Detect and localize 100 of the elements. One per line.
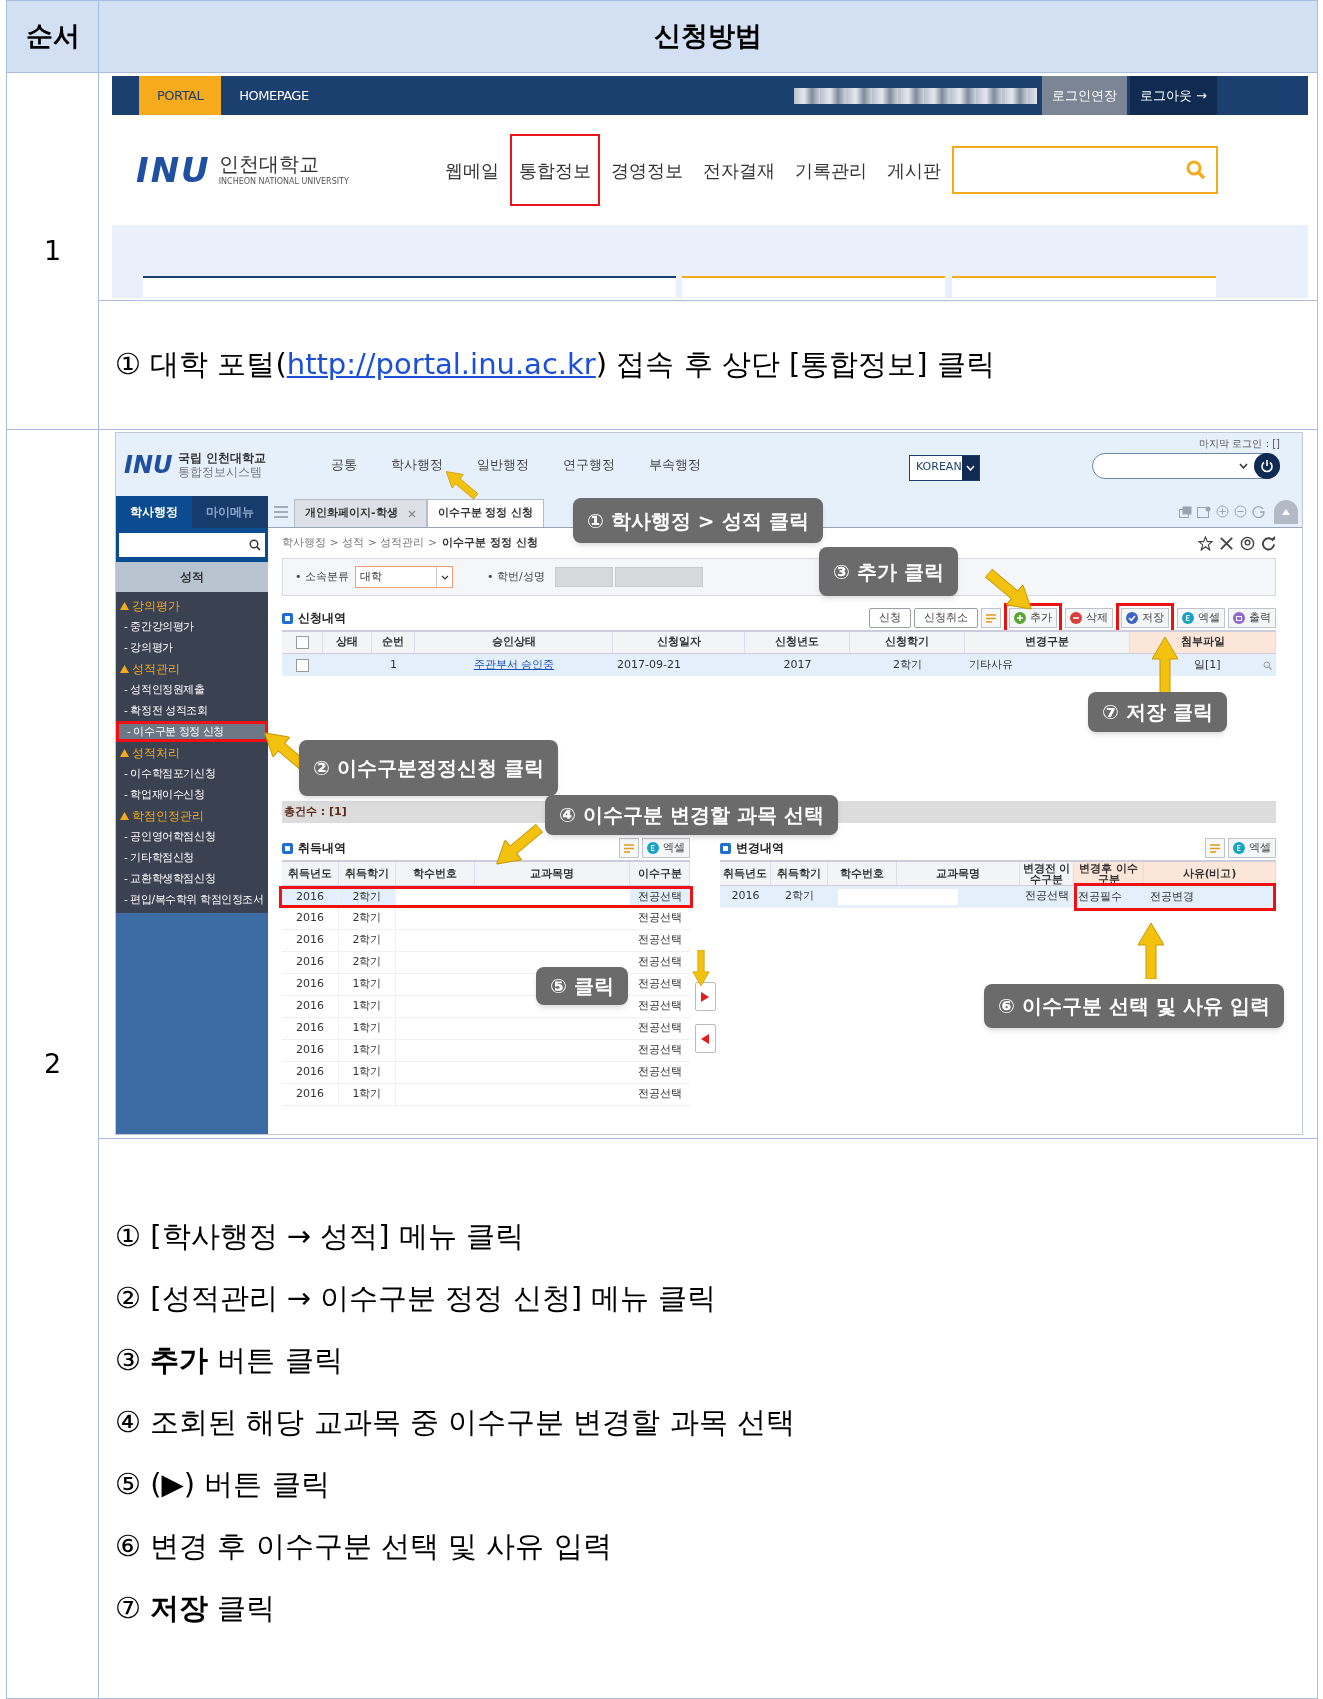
section-icon [282,612,293,624]
refresh-icon[interactable] [1261,535,1276,551]
user-select[interactable] [1092,453,1280,479]
menu-item[interactable]: - 확정전 성적조회 [116,700,268,721]
portal-link[interactable]: http://portal.inu.ac.kr [286,347,596,382]
toolbar-button[interactable]: 엑셀 [1228,838,1276,858]
toolbar-button[interactable]: 엑셀 [1177,608,1225,628]
sidebar-tab[interactable]: 학사행정 [116,496,192,528]
student-id-field[interactable] [554,567,613,587]
menu-item[interactable]: - 편입/복수학위 학점인정조서 [116,889,268,910]
menu-item[interactable]: 게시판 [878,134,950,206]
menu-icon[interactable] [274,505,288,518]
move-left-button[interactable] [694,1024,716,1053]
table-cell-text: 전공선택 [637,910,683,927]
menu-item[interactable]: - 학업재이수신청 [116,784,268,805]
zoom-in-icon[interactable] [1216,505,1229,518]
table-row[interactable]: 2016 1학기 전공선택 [282,1040,690,1062]
table-row[interactable]: 2016 1학기 전공선택 [282,1062,690,1084]
callout-label: ② 이수구분정정신청 클릭 [299,740,558,796]
star-icon[interactable] [1198,535,1213,551]
table-row[interactable]: 2016 1학기 전공선택 [282,1018,690,1040]
menu-item[interactable]: 전자결재 [694,134,784,206]
menu-item[interactable]: 웹메일 [436,134,508,206]
menu-item[interactable]: 경영정보 [602,134,692,206]
table-row[interactable]: 2016 2학기 전공선택 [282,908,690,930]
table-cell: 2016 [282,952,339,973]
language-select[interactable]: KOREAN [909,454,980,481]
tree-group[interactable]: 강의평가 [116,595,268,616]
instruction-text: ③ 추가 버튼 클릭 [115,1342,344,1379]
new-window-icon[interactable] [1197,505,1211,518]
menu-item[interactable]: - 성적인정원제출 [116,679,268,700]
power-icon [1260,459,1274,473]
student-name-field[interactable] [614,567,703,587]
menu-item[interactable]: 연구행정 [563,454,615,475]
column-header: 취득학기 [771,862,828,885]
table-row[interactable]: 2016 2학기 전공선택 [282,930,690,952]
nav-tab[interactable]: HOMEPAGE [221,76,327,115]
session-button[interactable]: 로그아웃 → [1129,76,1217,115]
sort-button[interactable] [619,838,639,858]
nav-tab[interactable]: PORTAL [139,76,222,115]
page-tab[interactable]: 개인화페이지-학생 [294,499,427,527]
menu-item[interactable]: 공통 [331,454,357,475]
table-row[interactable]: 2016 1학기 전공선택 [282,1084,690,1106]
toolbar-button[interactable]: 엑셀 [642,838,690,858]
menu-item[interactable]: - 교환학생학점신청 [116,868,268,889]
division-select[interactable]: 대학 [355,566,453,588]
pointer-arrow [692,950,710,986]
close-icon[interactable] [407,509,416,518]
search-field[interactable] [952,146,1218,194]
table-cell-text: 전공선택 [637,1086,683,1103]
reset-icon[interactable] [1252,505,1265,518]
menu-item[interactable]: 일반행정 [477,454,529,475]
menu-item[interactable]: 부속행정 [649,454,701,475]
toolbar-button[interactable]: 신청취소 [914,608,978,628]
table-cell: 2016 [282,974,339,995]
menu-item[interactable]: - 기타학점신청 [116,847,268,868]
toolbar-button[interactable]: 삭제 [1065,608,1113,628]
tree-group[interactable]: 성적관리 [116,658,268,679]
tree-group[interactable]: 학점인정관리 [116,805,268,826]
session-button[interactable]: 로그인연장 [1041,76,1127,115]
menu-item[interactable]: 통합정보 [510,134,600,206]
table-cell: 2016 [282,1040,339,1061]
table-row[interactable]: 1 주관부서 승인중 2017-09-21 2017 2학기 기타사유 일[1] [282,654,1276,676]
menu-item[interactable]: - 강의평가 [116,637,268,658]
triangle-left-icon [701,1033,709,1044]
table-row[interactable]: 2016 1학기 전공선택 [282,996,690,1018]
menu-item[interactable]: - 중간강의평가 [116,616,268,637]
approval-status-link[interactable]: 주관부서 승인중 [473,656,555,674]
table-row[interactable]: 2016 2학기 전공선택 [279,886,693,908]
toolbar-button[interactable]: 저장 [1121,608,1169,628]
windows-icon[interactable] [1179,505,1192,518]
sort-button[interactable] [981,608,1001,628]
zoom-out-icon[interactable] [1234,505,1247,518]
menu-item[interactable]: - 공인영어학점신청 [116,826,268,847]
tree-group[interactable]: 성적처리 [116,742,268,763]
toolbar-button[interactable]: 출력 [1228,608,1276,628]
menu-item[interactable]: - 이수학점포기신청 [116,763,268,784]
menu-item[interactable]: - 이수구분 정정 신청 [116,721,268,742]
checkbox[interactable] [295,636,309,649]
search-icon[interactable] [1263,660,1272,670]
menu-item[interactable]: 학사행정 [391,454,443,475]
sidebar-tab[interactable]: 마이메뉴 [192,496,268,528]
toolbar-button[interactable]: 신청 [869,608,911,628]
search-field[interactable] [119,533,265,557]
page-tab[interactable]: 이수구분 정정 신청 [426,499,545,527]
sort-button[interactable] [1205,838,1225,858]
table-row[interactable]: 2016 2학기 전공선택 전공필수 전공변경 [720,886,1276,908]
power-button[interactable] [1254,453,1280,479]
breadcrumb[interactable]: 학사행정 > 성적 > 성적관리 > [282,534,438,552]
instruction-text: ② [성적관리 → 이수구분 정정 신청] 메뉴 클릭 [115,1280,718,1317]
checkbox[interactable] [296,658,309,672]
table-row[interactable]: 2016 2학기 전공선택 [282,952,690,974]
column-header: 상태 [323,632,372,653]
table-cell-text: 2017 [782,656,813,673]
menu-item[interactable]: 기록관리 [786,134,876,206]
column-header: 취득년도 [720,862,771,885]
list-icon [624,843,634,853]
scroll-up-button[interactable] [1274,499,1298,524]
move-right-button[interactable] [694,982,716,1011]
toolbar-button[interactable]: 추가 [1009,608,1057,628]
